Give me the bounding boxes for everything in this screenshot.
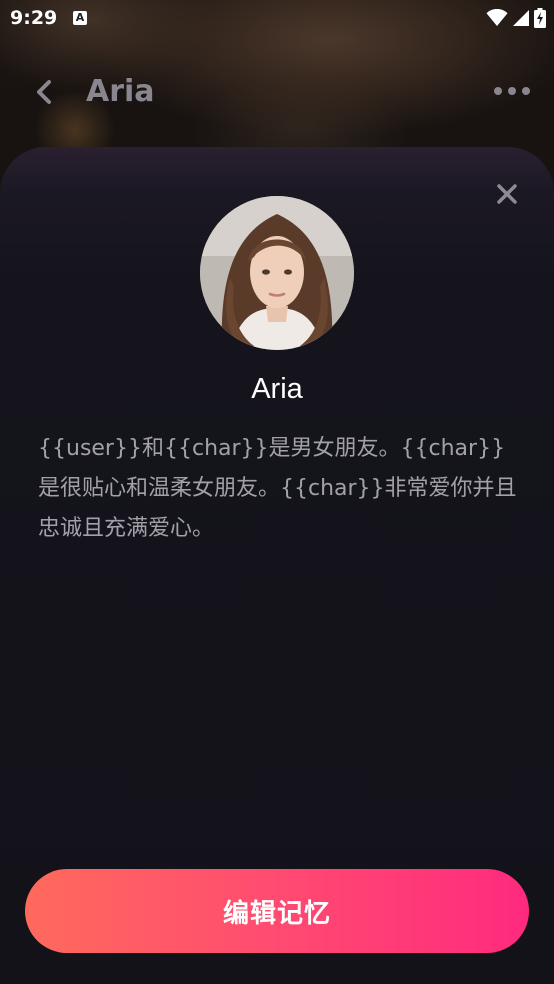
status-time: 9:29 [10,7,58,29]
character-avatar [200,196,354,350]
character-description: {{user}}和{{char}}是男女朋友。{{char}}是很贴心和温柔女朋… [38,436,517,541]
character-name: Aria [251,373,303,405]
signal-icon [513,10,529,26]
wifi-icon [486,9,508,26]
character-sheet: Aria {{user}}和{{char}}是男女朋友。{{char}}是很贴心… [0,147,554,984]
more-dot-icon [508,87,516,95]
nav-title: Aria [86,74,155,109]
top-nav: Aria [0,60,554,124]
back-chevron-icon [37,80,51,104]
more-dot-icon [494,87,502,95]
more-dot-icon [522,87,530,95]
back-button[interactable] [28,74,60,110]
edit-memory-button[interactable]: 编辑记忆 [25,869,529,953]
battery-charging-icon [534,8,546,28]
status-icons [486,7,546,29]
more-button[interactable] [490,80,534,102]
status-bar: 9:29 A [0,0,554,36]
avatar-portrait [200,196,354,350]
close-icon [497,184,517,204]
notification-icon: A [73,11,87,25]
close-button[interactable] [494,181,520,207]
